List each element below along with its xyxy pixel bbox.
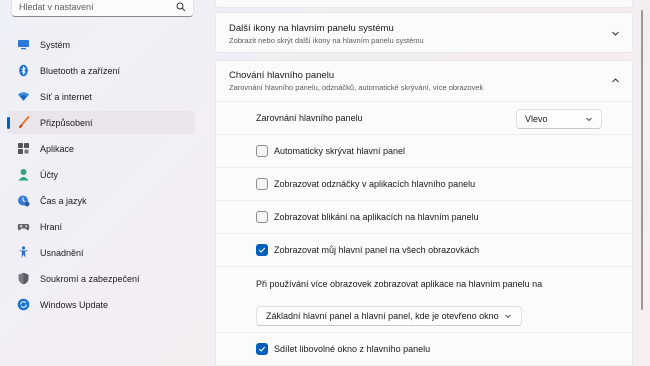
share-window-checkbox[interactable]	[256, 343, 268, 355]
card-title: Další ikony na hlavním panelu systému	[229, 23, 394, 34]
taskbar-behaviors-card: Chování hlavního panelu Zarovnání hlavní…	[215, 60, 633, 366]
sidebar-item-label: Bluetooth a zařízení	[40, 65, 121, 76]
sidebar-item-label: Přizpůsobení	[40, 117, 93, 128]
sidebar: Hledat v nastavení Systém Bluetooth a za…	[0, 0, 205, 366]
chevron-up-icon[interactable]	[611, 76, 620, 85]
sidebar-item-label: Čas a jazyk	[40, 195, 87, 206]
taskbar-alignment-label: Zarovnání hlavního panelu	[256, 113, 363, 123]
share-window-row[interactable]: Sdílet libovolné okno z hlavního panelu	[216, 333, 632, 366]
sidebar-item-windows-update[interactable]: Windows Update	[7, 293, 195, 316]
sidebar-item-label: Usnadnění	[40, 247, 84, 258]
taskbar-alignment-row: Zarovnání hlavního panelu Vlevo	[216, 102, 632, 135]
sidebar-item-label: Systém	[40, 39, 71, 50]
network-icon	[17, 90, 30, 103]
search-input[interactable]: Hledat v nastavení	[19, 2, 176, 12]
sidebar-item-label: Soukromí a zabezpečení	[40, 273, 140, 284]
all-displays-row[interactable]: Zobrazovat můj hlavní panel na všech obr…	[216, 234, 632, 267]
dropdown-value: Základní hlavní panel a hlavní panel, kd…	[266, 311, 499, 321]
sidebar-item-system[interactable]: Systém	[7, 33, 195, 56]
taskbar-alignment-dropdown[interactable]: Vlevo	[516, 109, 602, 129]
sidebar-item-personalization[interactable]: Přizpůsobení	[7, 111, 195, 134]
option-label: Zobrazovat odznáčky v aplikacích hlavníh…	[274, 179, 476, 189]
scrollbar[interactable]	[641, 0, 644, 366]
checkmark-icon	[258, 346, 266, 352]
option-label: Zobrazovat můj hlavní panel na všech obr…	[274, 245, 480, 255]
auto-hide-checkbox[interactable]	[256, 145, 268, 157]
dropdown-value: Vlevo	[525, 114, 548, 124]
update-icon	[17, 298, 30, 311]
previous-setting-card	[215, 0, 633, 8]
brush-icon	[17, 116, 30, 129]
badges-checkbox[interactable]	[256, 178, 268, 190]
sidebar-item-label: Účty	[40, 169, 58, 180]
multi-display-dropdown[interactable]: Základní hlavní panel a hlavní panel, kd…	[256, 306, 522, 326]
sidebar-item-label: Síť a internet	[40, 91, 92, 102]
sidebar-item-gaming[interactable]: Hraní	[7, 215, 195, 238]
sidebar-item-bluetooth[interactable]: Bluetooth a zařízení	[7, 59, 195, 82]
sidebar-item-label: Windows Update	[40, 299, 109, 310]
option-label: Zobrazovat blikání na aplikacích na hlav…	[274, 212, 479, 222]
sidebar-item-time-language[interactable]: Čas a jazyk	[7, 189, 195, 212]
gaming-icon	[17, 220, 30, 233]
sidebar-item-label: Aplikace	[40, 143, 75, 154]
chevron-down-icon[interactable]	[611, 29, 620, 38]
sidebar-nav: Systém Bluetooth a zařízení Síť a intern…	[7, 33, 195, 319]
accessibility-icon	[17, 246, 30, 259]
scrollbar-thumb[interactable]	[641, 10, 643, 310]
shield-icon	[17, 272, 30, 285]
all-displays-checkbox[interactable]	[256, 244, 268, 256]
multi-display-dropdown-row: Základní hlavní panel a hlavní panel, kd…	[216, 300, 632, 333]
taskbar-corner-icons-card[interactable]: Další ikony na hlavním panelu systému Zo…	[215, 12, 633, 53]
sidebar-item-accounts[interactable]: Účty	[7, 163, 195, 186]
sidebar-item-privacy[interactable]: Soukromí a zabezpečení	[7, 267, 195, 290]
accounts-icon	[17, 168, 30, 181]
multi-display-label: Při používání více obrazovek zobrazovat …	[256, 278, 543, 289]
card-subtitle: Zobrazit nebo skrýt další ikony na hlavn…	[229, 36, 424, 45]
option-label: Automaticky skrývat hlavní panel	[274, 146, 406, 156]
auto-hide-row[interactable]: Automaticky skrývat hlavní panel	[216, 135, 632, 168]
flashing-row[interactable]: Zobrazovat blikání na aplikacích na hlav…	[216, 201, 632, 234]
search-box[interactable]: Hledat v nastavení	[11, 0, 194, 17]
taskbar-behaviors-header[interactable]: Chování hlavního panelu Zarovnání hlavní…	[216, 61, 632, 102]
sidebar-item-apps[interactable]: Aplikace	[7, 137, 195, 160]
checkmark-icon	[258, 247, 266, 253]
bluetooth-icon	[17, 64, 30, 77]
chevron-down-icon	[505, 314, 511, 319]
apps-icon	[17, 142, 30, 155]
card-title: Chování hlavního panelu	[229, 70, 335, 81]
sidebar-item-label: Hraní	[40, 221, 63, 232]
flashing-checkbox[interactable]	[256, 211, 268, 223]
chevron-down-icon	[586, 117, 592, 122]
share-window-label: Sdílet libovolné okno z hlavního panelu	[274, 344, 431, 354]
multi-display-label-row: Při používání více obrazovek zobrazovat …	[216, 267, 632, 300]
card-subtitle: Zarovnání hlavního panelu, odznáčků, aut…	[229, 83, 484, 92]
system-icon	[17, 38, 30, 51]
badges-row[interactable]: Zobrazovat odznáčky v aplikacích hlavníh…	[216, 168, 632, 201]
search-icon[interactable]	[176, 2, 186, 12]
time-language-icon	[17, 194, 30, 207]
sidebar-item-accessibility[interactable]: Usnadnění	[7, 241, 195, 264]
main-content: Další ikony na hlavním panelu systému Zo…	[215, 0, 633, 366]
sidebar-item-network[interactable]: Síť a internet	[7, 85, 195, 108]
